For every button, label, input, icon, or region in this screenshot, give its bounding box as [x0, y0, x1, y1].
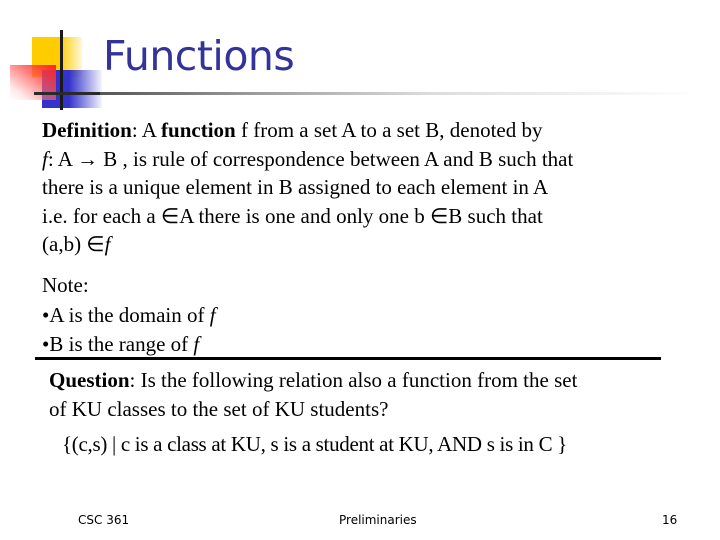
- deco-vertical-line: [60, 30, 63, 110]
- definition-sep: : A: [131, 118, 162, 142]
- function-symbol: f: [209, 302, 216, 327]
- note-heading: Note:: [42, 273, 89, 297]
- definition-line-2-mid: : A: [47, 146, 78, 171]
- footer-page-number: 16: [662, 513, 678, 527]
- slide-title: Functions: [103, 32, 295, 80]
- title-underline-rule: [100, 92, 700, 95]
- footer-course: CSC 361: [78, 513, 130, 527]
- relation-set-expression: {(c,s) | c is a class at KU, s is a stud…: [62, 432, 568, 456]
- function-symbol: f: [104, 232, 111, 256]
- definition-label: Definition: [42, 118, 132, 142]
- deco-horizontal-line: [34, 92, 104, 95]
- definition-line-2-text: B , is rule of correspondence between A …: [98, 146, 574, 171]
- arrow-icon: →: [77, 146, 99, 171]
- question-label: Question: [49, 368, 130, 392]
- note-item-domain: •A is the domain of f: [42, 301, 216, 331]
- question-block: Question: Is the following relation also…: [49, 366, 577, 424]
- definition-line-1-text: f from a set A to a set B, denoted by: [235, 118, 543, 142]
- question-line-2: of KU classes to the set of KU students?: [49, 397, 389, 421]
- note-item-text: A is the domain of: [49, 302, 210, 327]
- definition-line-2: f: A → B , is rule of correspondence bet…: [42, 145, 573, 174]
- definition-line-4: i.e. for each a ∈A there is one and only…: [42, 203, 543, 228]
- note-item-range: •B is the range of f: [42, 330, 216, 360]
- note-item-text: B is the range of: [49, 332, 194, 356]
- definition-line-1: Definition: A function f from a set A to…: [42, 116, 573, 145]
- section-divider: [35, 357, 661, 360]
- note-block: Note: •A is the domain of f •B is the ra…: [42, 271, 216, 360]
- footer-topic: Preliminaries: [339, 513, 417, 527]
- definition-line-5-text: (a,b) ∈: [42, 232, 105, 256]
- definition-line-3: there is a unique element in B assigned …: [42, 175, 549, 199]
- function-symbol: f: [193, 332, 200, 356]
- definition-line-5: (a,b) ∈f: [42, 230, 573, 259]
- question-line-1: Question: Is the following relation also…: [49, 366, 577, 395]
- function-term: function: [161, 118, 236, 142]
- definition-block: Definition: A function f from a set A to…: [42, 116, 573, 259]
- question-line-1-text: : Is the following relation also a funct…: [129, 368, 578, 392]
